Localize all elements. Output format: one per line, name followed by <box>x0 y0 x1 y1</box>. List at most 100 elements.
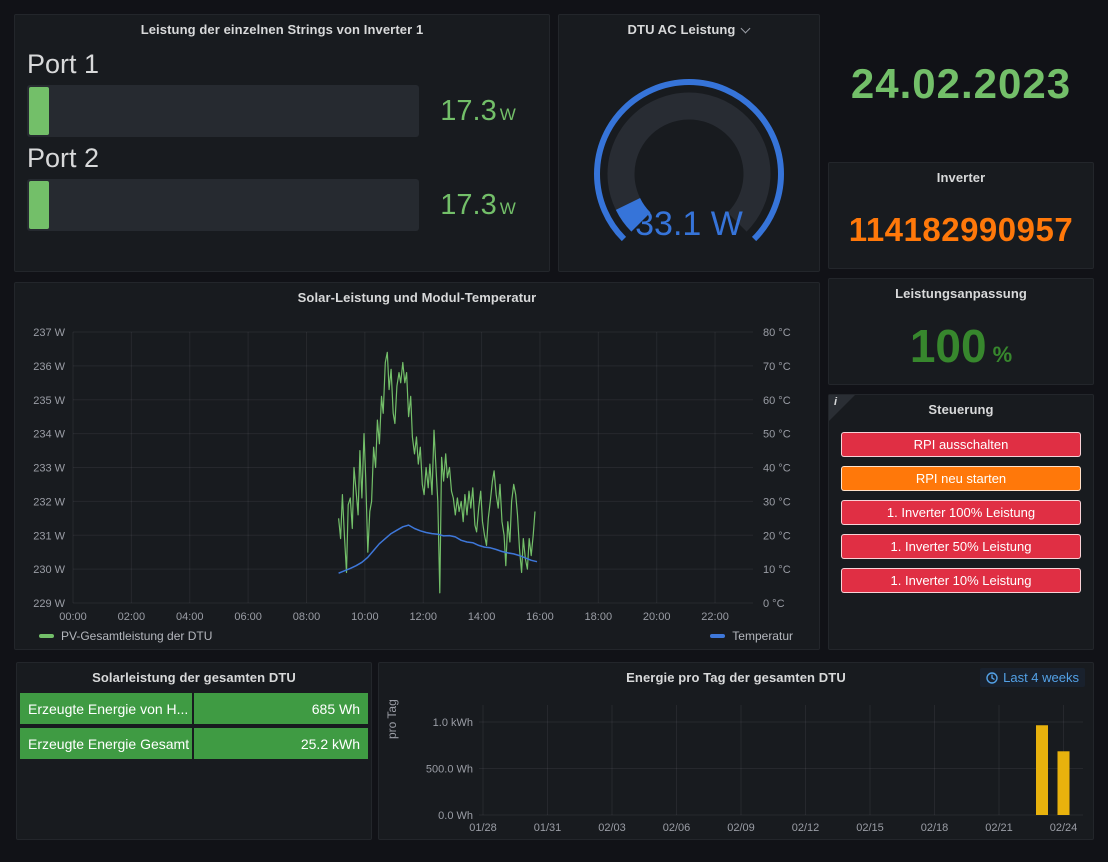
solar-x-tick: 04:00 <box>176 611 204 623</box>
energy-x-tick: 02/18 <box>921 822 949 834</box>
port2-value: 17.3 W <box>419 189 537 222</box>
table-row: Erzeugte Energie Gesamt25.2 kWh <box>20 728 368 759</box>
panel-gauge: DTU AC Leistung 33.1 W <box>558 14 820 272</box>
solar-y-left-tick: 233 W <box>33 463 65 475</box>
solar-y-left-tick: 231 W <box>33 530 65 542</box>
panel-date: 24.02.2023 <box>828 14 1094 154</box>
solar-y-right-tick: 50 °C <box>763 429 791 441</box>
control-button[interactable]: RPI ausschalten <box>841 432 1081 457</box>
panel-strings-body: Port 1 17.3 W Port 2 17.3 W <box>15 49 549 231</box>
panel-inverter-title[interactable]: Inverter <box>829 163 1093 191</box>
solar-y-left-tick: 235 W <box>33 395 65 407</box>
solar-y-right-tick: 80 °C <box>763 327 791 339</box>
solar-x-tick: 00:00 <box>59 611 87 623</box>
panel-gauge-title-text: DTU AC Leistung <box>628 22 736 37</box>
panel-gauge-title[interactable]: DTU AC Leistung <box>559 15 819 43</box>
ac-power-gauge: 33.1 W <box>559 43 819 269</box>
legend-swatch <box>710 634 725 638</box>
power-limit-value: 100 <box>910 319 987 373</box>
table-cell-value: 25.2 kWh <box>194 728 368 759</box>
panel-energy-bars: Energie pro Tag der gesamten DTU Last 4 … <box>378 662 1094 840</box>
port1-label: Port 1 <box>27 49 537 79</box>
energy-x-tick: 01/28 <box>469 822 497 834</box>
solar-x-tick: 14:00 <box>468 611 496 623</box>
solar-y-left-tick: 232 W <box>33 496 65 508</box>
solar-x-tick: 10:00 <box>351 611 379 623</box>
solar-y-right-tick: 70 °C <box>763 361 791 373</box>
panel-leistungsanpassung-title[interactable]: Leistungsanpassung <box>829 279 1093 307</box>
solar-y-right-tick: 30 °C <box>763 496 791 508</box>
table-cell-value: 685 Wh <box>194 693 368 724</box>
energy-y-tick: 0.0 Wh <box>438 810 473 822</box>
time-range-label: Last 4 weeks <box>1003 670 1079 685</box>
date-value: 24.02.2023 <box>851 60 1071 108</box>
solar-y-right-tick: 20 °C <box>763 530 791 542</box>
solar-y-right-tick: 40 °C <box>763 463 791 475</box>
energy-y-tick: 500.0 Wh <box>426 764 473 776</box>
legend-label: Temperatur <box>732 629 793 643</box>
port2-bar-fill <box>29 181 49 229</box>
panel-strings: Leistung der einzelnen Strings von Inver… <box>14 14 550 272</box>
control-button-list: RPI ausschalten RPI neu starten 1. Inverte… <box>829 432 1093 593</box>
port1-bar-track <box>27 85 419 137</box>
legend-label: PV-Gesamtleistung der DTU <box>61 629 212 643</box>
energy-table: Erzeugte Energie von H...685 Wh Erzeugte … <box>20 693 368 759</box>
legend-item[interactable]: Temperatur <box>710 629 793 643</box>
energy-x-tick: 02/21 <box>985 822 1013 834</box>
table-row: Erzeugte Energie von H...685 Wh <box>20 693 368 724</box>
energy-x-tick: 01/31 <box>534 822 562 834</box>
solar-x-tick: 12:00 <box>409 611 437 623</box>
control-button[interactable]: RPI neu starten <box>841 466 1081 491</box>
energy-x-tick: 02/09 <box>727 822 755 834</box>
legend-swatch <box>39 634 54 638</box>
solar-x-tick: 22:00 <box>701 611 729 623</box>
energy-x-tick: 02/12 <box>792 822 820 834</box>
panel-energy-table-title[interactable]: Solarleistung der gesamten DTU <box>17 663 371 691</box>
power-limit-unit: % <box>993 342 1013 368</box>
panel-steuerung-title[interactable]: Steuerung <box>829 395 1093 423</box>
solar-x-tick: 02:00 <box>118 611 146 623</box>
port2-value-unit: W <box>500 199 516 219</box>
solar-y-left-tick: 234 W <box>33 429 65 441</box>
control-button[interactable]: 1. Inverter 100% Leistung <box>841 500 1081 525</box>
energy-y-axis-label: pro Tag <box>385 699 399 739</box>
energy-bar <box>1036 725 1048 815</box>
inverter-serial-value: 114182990957 <box>849 211 1073 249</box>
port1-gauge: 17.3 W <box>27 85 537 137</box>
panel-strings-title[interactable]: Leistung der einzelnen Strings von Inver… <box>15 15 549 43</box>
port1-value: 17.3 W <box>419 95 537 128</box>
panel-info-corner-icon[interactable]: i <box>829 395 855 421</box>
energy-bar-plot: 1.0 kWh 500.0 Wh 0.0 Wh01/28 01/31 02/03 02/0… <box>379 691 1093 841</box>
legend-item[interactable]: PV-Gesamtleistung der DTU <box>39 629 212 643</box>
solar-y-left-tick: 237 W <box>33 327 65 339</box>
port1-bar-fill <box>29 87 49 135</box>
control-button[interactable]: 1. Inverter 10% Leistung <box>841 568 1081 593</box>
solar-x-tick: 20:00 <box>643 611 671 623</box>
port2-label: Port 2 <box>27 143 537 173</box>
panel-energy-table: Solarleistung der gesamten DTU Erzeugte … <box>16 662 372 840</box>
energy-x-tick: 02/15 <box>856 822 884 834</box>
panel-inverter: Inverter 114182990957 <box>828 162 1094 269</box>
port2-bar-track <box>27 179 419 231</box>
solar-x-tick: 18:00 <box>585 611 613 623</box>
solar-x-tick: 16:00 <box>526 611 554 623</box>
solar-y-left-tick: 229 W <box>33 598 65 610</box>
port1-value-unit: W <box>500 105 516 125</box>
panel-solar-chart: Solar-Leistung und Modul-Temperatur 237 … <box>14 282 820 650</box>
control-button[interactable]: 1. Inverter 50% Leistung <box>841 534 1081 559</box>
solar-chart-plot: 237 W236 W235 W234 W233 W232 W231 W230 W… <box>15 311 819 625</box>
energy-y-tick: 1.0 kWh <box>433 717 473 729</box>
energy-x-tick: 02/24 <box>1050 822 1078 834</box>
energy-x-tick: 02/03 <box>598 822 626 834</box>
solar-x-tick: 08:00 <box>293 611 321 623</box>
energy-x-tick: 02/06 <box>663 822 691 834</box>
port1-value-number: 17.3 <box>440 95 496 128</box>
panel-time-range-badge[interactable]: Last 4 weeks <box>980 668 1085 687</box>
port2-value-number: 17.3 <box>440 189 496 222</box>
panel-solar-chart-title[interactable]: Solar-Leistung und Modul-Temperatur <box>15 283 819 311</box>
chevron-down-icon <box>741 23 750 32</box>
panel-leistungsanpassung: Leistungsanpassung 100 % <box>828 278 1094 385</box>
panel-energy-bars-title-text: Energie pro Tag der gesamten DTU <box>626 670 846 685</box>
gauge-value: 33.1 W <box>635 205 743 243</box>
info-icon: i <box>834 396 837 408</box>
